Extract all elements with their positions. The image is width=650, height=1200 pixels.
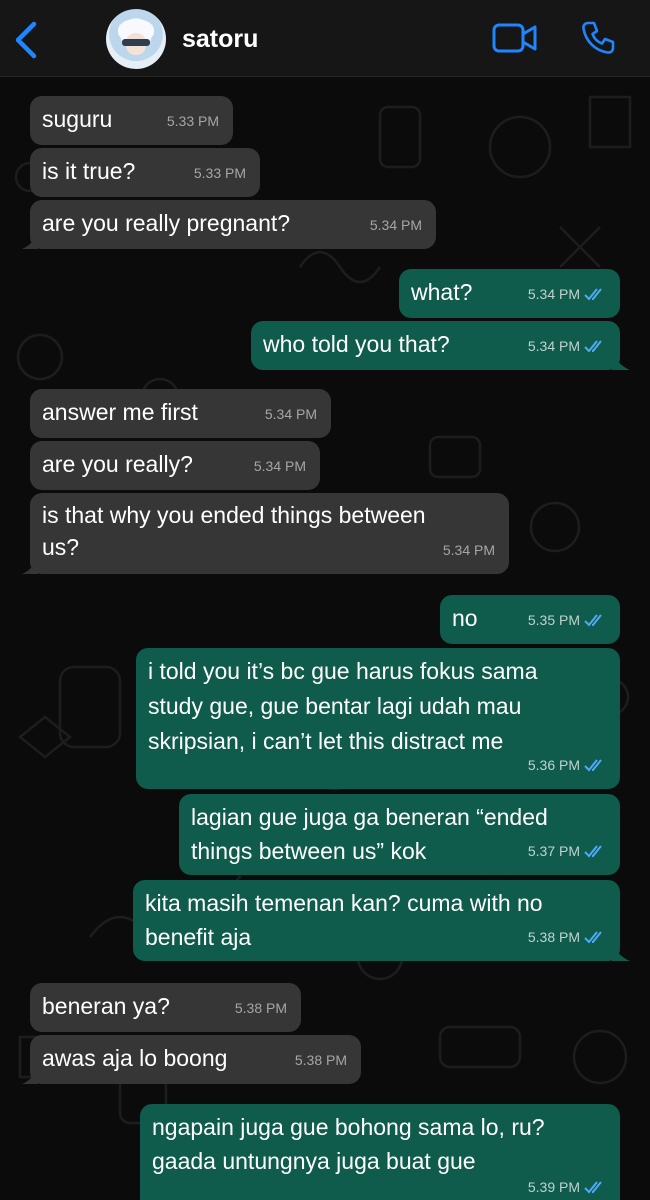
- message-incoming[interactable]: is it true? 5.33 PM: [30, 148, 260, 197]
- message-time: 5.34 PM: [442, 542, 495, 558]
- bubble-tail: [22, 233, 38, 249]
- chat-header: satoru: [0, 0, 650, 77]
- contact-name[interactable]: satoru: [182, 25, 258, 54]
- message-time: 5.34 PM: [253, 458, 306, 474]
- double-check-icon: [584, 1181, 602, 1194]
- message-incoming[interactable]: suguru 5.33 PM: [30, 96, 233, 145]
- message-time: 5.34 PM: [528, 277, 606, 311]
- message-time: 5.33 PM: [193, 165, 246, 181]
- avatar[interactable]: [106, 9, 166, 69]
- message-incoming[interactable]: is that why you ended things between us?…: [22, 493, 509, 574]
- bubble-tail: [22, 1068, 38, 1084]
- double-check-icon: [584, 288, 602, 301]
- double-check-icon: [584, 614, 602, 627]
- message-text: ngapain juga gue bohong sama lo, ru? gaa…: [152, 1114, 545, 1174]
- message-incoming[interactable]: are you really? 5.34 PM: [30, 441, 320, 490]
- message-time: 5.34 PM: [369, 217, 422, 233]
- message-time: 5.36 PM: [528, 748, 606, 782]
- voice-call-button[interactable]: [580, 20, 616, 56]
- chat-area[interactable]: suguru 5.33 PM is it true? 5.33 PM are y…: [0, 77, 650, 1200]
- message-incoming[interactable]: are you really pregnant? 5.34 PM: [22, 200, 436, 249]
- message-time: 5.34 PM: [528, 329, 606, 363]
- message-outgoing[interactable]: ngapain juga gue bohong sama lo, ru? gaa…: [140, 1104, 620, 1200]
- chevron-left-icon: [15, 21, 37, 59]
- message-time: 5.34 PM: [264, 406, 317, 422]
- message-outgoing[interactable]: who told you that? 5.34 PM: [251, 321, 630, 370]
- double-check-icon: [584, 931, 602, 944]
- video-call-button[interactable]: [492, 22, 538, 54]
- phone-icon: [582, 21, 615, 54]
- message-time: 5.33 PM: [166, 113, 219, 129]
- bubble-tail: [612, 354, 630, 370]
- message-time: 5.35 PM: [528, 603, 606, 637]
- message-outgoing[interactable]: what? 5.34 PM: [399, 269, 620, 318]
- double-check-icon: [584, 845, 602, 858]
- message-time: 5.38 PM: [294, 1052, 347, 1068]
- message-outgoing[interactable]: lagian gue juga ga beneran “ended things…: [179, 794, 620, 875]
- message-outgoing[interactable]: kita masih temenan kan? cuma with no ben…: [133, 880, 630, 961]
- double-check-icon: [584, 759, 602, 772]
- bubble-tail: [612, 945, 630, 961]
- bubble-tail: [22, 558, 38, 574]
- message-time: 5.38 PM: [234, 1000, 287, 1016]
- back-button[interactable]: [12, 20, 42, 60]
- message-time: 5.39 PM: [528, 1170, 606, 1200]
- video-camera-icon: [492, 23, 537, 53]
- message-outgoing[interactable]: i told you it’s bc gue harus fokus sama …: [136, 648, 620, 789]
- message-time: 5.38 PM: [528, 920, 606, 954]
- message-text: are you really pregnant?: [42, 210, 291, 236]
- double-check-icon: [584, 340, 602, 353]
- message-time: 5.37 PM: [528, 834, 606, 868]
- message-incoming[interactable]: beneran ya? 5.38 PM: [30, 983, 301, 1032]
- message-incoming[interactable]: awas aja lo boong 5.38 PM: [22, 1035, 361, 1084]
- message-text: is that why you ended things between us?: [42, 502, 426, 560]
- message-text: i told you it’s bc gue harus fokus sama …: [148, 658, 538, 754]
- message-outgoing[interactable]: no 5.35 PM: [440, 595, 620, 644]
- message-incoming[interactable]: answer me first 5.34 PM: [30, 389, 331, 438]
